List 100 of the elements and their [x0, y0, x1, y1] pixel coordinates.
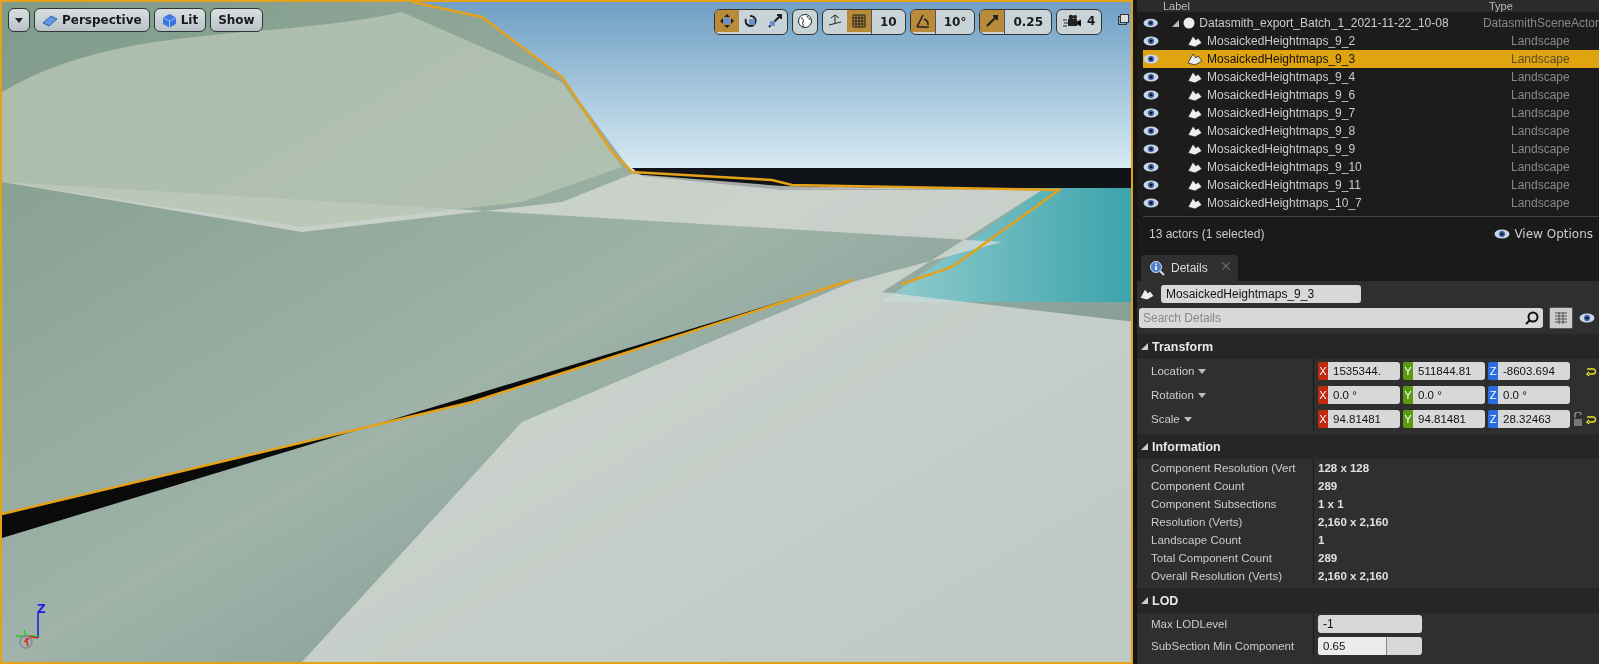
eye-icon[interactable]: [1143, 54, 1159, 64]
eye-icon[interactable]: [1143, 198, 1159, 208]
number-field[interactable]: 0.0 °: [1328, 386, 1400, 404]
list-icon: [1555, 312, 1567, 324]
eye-icon[interactable]: [1143, 144, 1159, 154]
actor-type: DatasmithSceneActor: [1482, 16, 1599, 30]
move-arrows-icon: [719, 13, 735, 29]
outliner-row[interactable]: MosaickedHeightmaps_9_2 Landscape: [1143, 32, 1599, 50]
section-header[interactable]: Transform: [1137, 334, 1599, 359]
slider-field[interactable]: 0.65: [1318, 637, 1422, 655]
actor-label: MosaickedHeightmaps_9_4: [1207, 70, 1356, 84]
property-matrix-button[interactable]: [1549, 307, 1573, 329]
property-label: Rotation: [1151, 389, 1194, 401]
property-value: 2,160 x 2,160: [1318, 570, 1389, 582]
landscape-icon: [1187, 178, 1203, 192]
property-label: Resolution (Verts): [1151, 516, 1243, 528]
search-field[interactable]: Search Details: [1139, 308, 1521, 328]
eye-icon[interactable]: [1143, 180, 1159, 190]
eye-icon[interactable]: [1143, 126, 1159, 136]
search-button[interactable]: [1521, 308, 1543, 328]
actor-label: MosaickedHeightmaps_9_6: [1207, 88, 1356, 102]
actor-type: Landscape: [1511, 178, 1570, 192]
actor-label: MosaickedHeightmaps_9_3: [1207, 52, 1356, 66]
number-field[interactable]: 1535344.: [1328, 362, 1400, 380]
axis-label: Z: [37, 602, 46, 616]
maximize-icon[interactable]: [1118, 14, 1129, 25]
axis-label: Y: [1403, 410, 1413, 428]
caret-icon[interactable]: [1197, 392, 1206, 398]
number-field[interactable]: 28.32463: [1498, 410, 1570, 428]
column-header[interactable]: Type: [1489, 0, 1513, 12]
actor-type: Landscape: [1511, 34, 1570, 48]
eye-icon[interactable]: [1143, 108, 1159, 118]
number-field[interactable]: 0.0 °: [1498, 386, 1570, 404]
outliner-row[interactable]: MosaickedHeightmaps_9_11 Landscape: [1143, 176, 1599, 194]
padlock-icon[interactable]: [1573, 412, 1583, 426]
number-field[interactable]: -1: [1318, 615, 1422, 633]
eye-icon[interactable]: [1143, 162, 1159, 172]
outliner-row[interactable]: MosaickedHeightmaps_9_4 Landscape: [1143, 68, 1599, 86]
axis-label: Y: [1403, 362, 1413, 380]
number-field[interactable]: 0.0 °: [1413, 386, 1485, 404]
translate-tool-button[interactable]: [715, 10, 739, 32]
outliner-row[interactable]: MosaickedHeightmaps_9_8 Landscape: [1143, 122, 1599, 140]
number-field[interactable]: 94.81481: [1328, 410, 1400, 428]
outliner-row[interactable]: MosaickedHeightmaps_9_7 Landscape: [1143, 104, 1599, 122]
view-mode-button[interactable]: Lit: [153, 8, 207, 32]
landscape-icon: [1187, 124, 1203, 138]
landscape-icon: [1187, 52, 1203, 66]
diagonal-arrow-icon: [984, 13, 1001, 29]
section-title: Transform: [1152, 339, 1214, 354]
outliner-row[interactable]: MosaickedHeightmaps_9_3 Landscape: [1143, 50, 1599, 68]
landscape-icon: [1187, 34, 1203, 48]
eye-icon[interactable]: [1579, 313, 1595, 323]
outliner-row[interactable]: Datasmith_export_Batch_1_2021-11-22_10-08 DatasmithSceneActor: [1143, 14, 1599, 32]
actor-type: Landscape: [1511, 88, 1570, 102]
expanded-triangle-icon[interactable]: [1172, 19, 1180, 27]
actor-label: MosaickedHeightmaps_9_2: [1207, 34, 1356, 48]
surface-snap-icon: [827, 13, 843, 29]
eye-icon[interactable]: [1143, 90, 1159, 100]
section-header[interactable]: Information: [1137, 434, 1599, 459]
property-label: Max LODLevel: [1151, 618, 1228, 630]
scale-snap-toggle[interactable]: [980, 10, 1005, 32]
property-value: 289: [1318, 552, 1338, 564]
number-field[interactable]: 94.81481: [1413, 410, 1485, 428]
outliner-row[interactable]: MosaickedHeightmaps_9_10 Landscape: [1143, 158, 1599, 176]
caret-icon[interactable]: [1183, 416, 1192, 422]
outliner-row[interactable]: MosaickedHeightmaps_9_6 Landscape: [1143, 86, 1599, 104]
axis-label: Z: [1488, 410, 1498, 428]
section-header[interactable]: LOD: [1137, 588, 1599, 613]
property-value: 1 x 1: [1318, 498, 1344, 510]
landscape-icon: [1187, 88, 1203, 102]
reset-arrow-icon[interactable]: [1586, 414, 1596, 424]
landscape-icon: [1187, 70, 1203, 84]
eye-icon: [1494, 229, 1511, 239]
eye-icon[interactable]: [1143, 36, 1159, 46]
column-header[interactable]: Label: [1137, 0, 1489, 12]
viewport-options-button[interactable]: [8, 8, 30, 32]
grid-snap-toggle[interactable]: [847, 10, 871, 32]
search-icon: [1525, 311, 1539, 325]
property-value: 289: [1318, 480, 1338, 492]
details-tab[interactable]: Details: [1141, 255, 1238, 281]
view-options-button[interactable]: View Options: [1494, 227, 1593, 241]
property-label: Scale: [1151, 413, 1180, 425]
angle-icon: [914, 13, 931, 29]
eye-icon[interactable]: [1143, 18, 1159, 28]
sphere-icon: [1183, 17, 1196, 29]
outliner-row[interactable]: MosaickedHeightmaps_10_7 Landscape: [1143, 194, 1599, 212]
view-mode-button[interactable]: Show: [210, 8, 263, 32]
outliner-row[interactable]: MosaickedHeightmaps_9_9 Landscape: [1143, 140, 1599, 158]
actor-type: Landscape: [1511, 196, 1570, 210]
view-mode-button[interactable]: Perspective: [34, 8, 150, 32]
number-field[interactable]: 511844.81: [1413, 362, 1485, 380]
property-label: Location: [1151, 365, 1195, 377]
caret-icon[interactable]: [1198, 368, 1207, 374]
actor-type: Landscape: [1511, 142, 1570, 156]
actor-name-field[interactable]: MosaickedHeightmaps_9_3: [1161, 285, 1361, 303]
eye-icon[interactable]: [1143, 72, 1159, 82]
reset-arrow-icon[interactable]: [1586, 366, 1596, 376]
angle-snap-toggle[interactable]: [910, 10, 935, 32]
number-field[interactable]: -8603.694: [1498, 362, 1570, 380]
axis-label: Z: [1488, 386, 1498, 404]
